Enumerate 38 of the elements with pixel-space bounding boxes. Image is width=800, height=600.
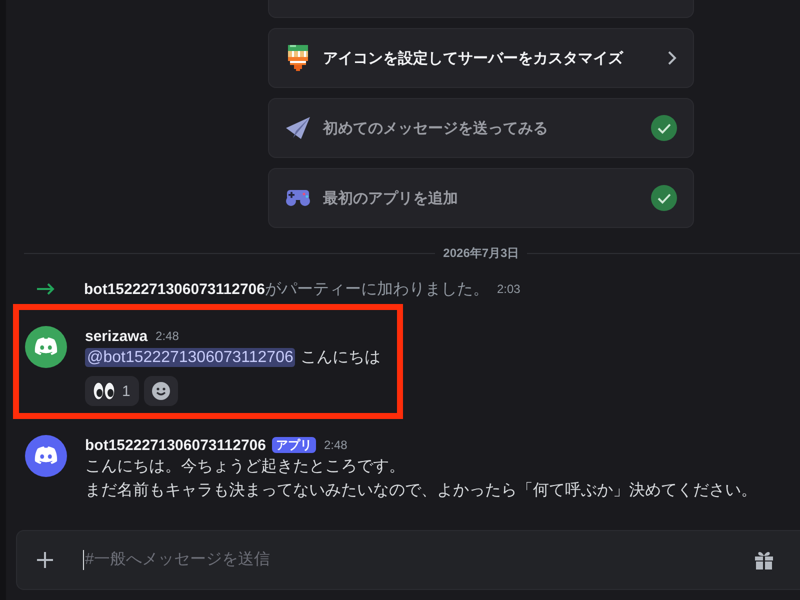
checklist-item[interactable]: 最初のアプリを追加 [268,168,694,228]
timestamp: 2:03 [497,282,520,296]
gamepad-icon [285,189,311,207]
reaction-button[interactable]: 1 [85,376,140,406]
chevron-right-icon [667,50,677,66]
check-icon [651,115,677,141]
timestamp: 2:48 [324,438,348,452]
message-text: まだ名前もキャラも決まってないみたいなので、よかったら「何て呼ぶか」決めてください。 [85,480,757,501]
add-reaction-button[interactable] [144,376,178,406]
gift-button[interactable] [754,550,774,570]
plus-icon [37,552,53,568]
app-tag: アプリ [272,437,316,453]
message-input-box[interactable]: #一般へメッセージを送信 [16,530,800,590]
text-cursor-icon [83,550,84,570]
paint-brush-icon [285,45,311,71]
check-icon [651,185,677,211]
checklist-item[interactable]: アイコンを設定してサーバーをカスタマイズ [268,28,694,88]
author-name[interactable]: bot1522271306073112706 [85,436,266,454]
system-message-text: bot1522271306073112706がパーティーに加わりました。 [84,280,489,300]
author-name[interactable]: serizawa [85,328,148,344]
message-input[interactable]: #一般へメッセージを送信 [84,548,742,572]
message-text: こんにちは。今ちょうど起きたところです。 [85,457,406,477]
message-text: @bot1522271306073112706 こんにちは [85,347,380,369]
arrow-right-icon [36,282,56,296]
date-divider-label: 2026年7月3日 [443,244,520,262]
checklist-label: アイコンを設定してサーバーをカスタマイズ [323,48,624,68]
checklist-item[interactable]: 初めてのメッセージを送ってみる [268,98,694,158]
checklist-label: 最初のアプリを追加 [323,188,459,208]
user-avatar[interactable] [25,326,67,368]
user-avatar[interactable] [25,435,67,477]
add-attachment-button[interactable] [37,552,53,568]
mention-link[interactable]: @bot1522271306073112706 [85,348,296,367]
eyes-icon [93,382,115,400]
gift-icon [754,550,774,570]
checklist-label: 初めてのメッセージを送ってみる [323,118,549,138]
smiley-icon [152,382,170,400]
paper-plane-icon [285,117,311,139]
timestamp: 2:48 [156,329,179,343]
